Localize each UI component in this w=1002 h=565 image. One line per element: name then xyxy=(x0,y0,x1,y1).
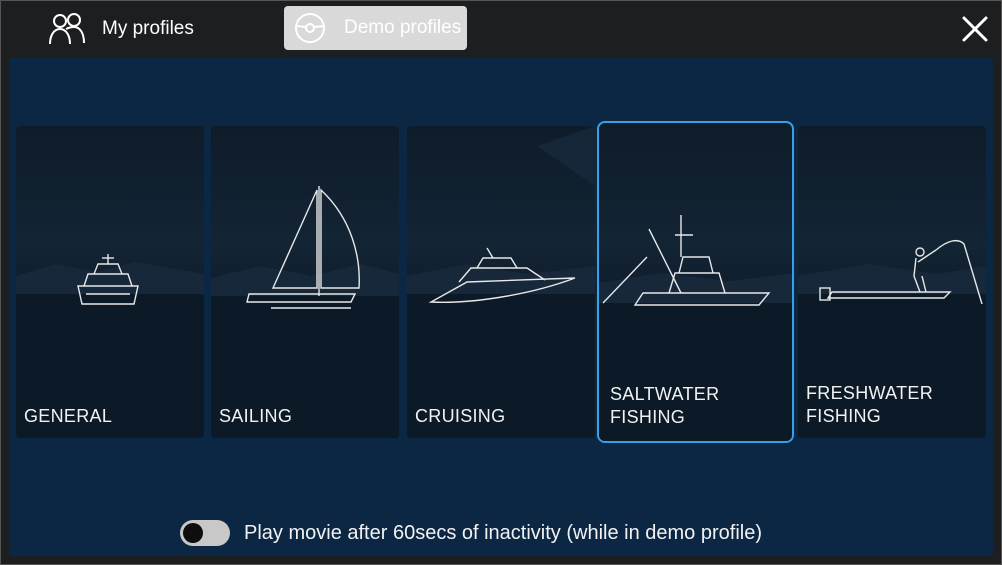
tab-my-profiles[interactable]: My profiles xyxy=(48,8,228,50)
profile-card-saltwater-fishing[interactable]: SALTWATER FISHING xyxy=(597,121,794,443)
tab-my-profiles-label: My profiles xyxy=(102,18,194,39)
steering-wheel-icon xyxy=(295,13,325,43)
top-bar: My profiles Demo profiles xyxy=(0,0,1002,58)
profile-card-cruising-label: CRUISING xyxy=(415,406,506,426)
sailboat-image xyxy=(211,186,399,438)
play-movie-label: Play movie after 60secs of inactivity (w… xyxy=(244,521,762,544)
profile-card-general[interactable]: GENERAL xyxy=(16,126,204,438)
users-icon xyxy=(49,13,85,45)
profile-card-sailing[interactable]: SAILING xyxy=(211,126,399,438)
play-movie-toggle[interactable] xyxy=(180,520,230,546)
motor-yacht-image xyxy=(16,254,204,438)
demo-movie-setting: Play movie after 60secs of inactivity (w… xyxy=(180,518,762,548)
profile-card-saltwater-fishing-label: SALTWATER FISHING xyxy=(610,384,720,427)
profile-card-freshwater-fishing-label: FRESHWATER FISHING xyxy=(806,383,933,426)
profile-card-freshwater-fishing[interactable]: FRESHWATER FISHING xyxy=(798,126,986,438)
demo-profiles-panel: GENERAL SAILING CRUISING SALTWATER FISHI… xyxy=(9,58,993,556)
profile-card-general-label: GENERAL xyxy=(24,406,113,426)
profile-cards: GENERAL SAILING CRUISING SALTWATER FISHI… xyxy=(9,58,993,556)
profile-card-sailing-label: SAILING xyxy=(219,406,293,426)
toggle-knob xyxy=(183,523,203,543)
profile-card-cruising[interactable]: CRUISING xyxy=(407,126,595,438)
tab-demo-profiles-label: Demo profiles xyxy=(344,17,462,38)
tab-demo-profiles[interactable]: Demo profiles xyxy=(284,6,467,50)
cruiser-boat-image xyxy=(407,126,595,438)
close-icon[interactable] xyxy=(958,12,992,46)
